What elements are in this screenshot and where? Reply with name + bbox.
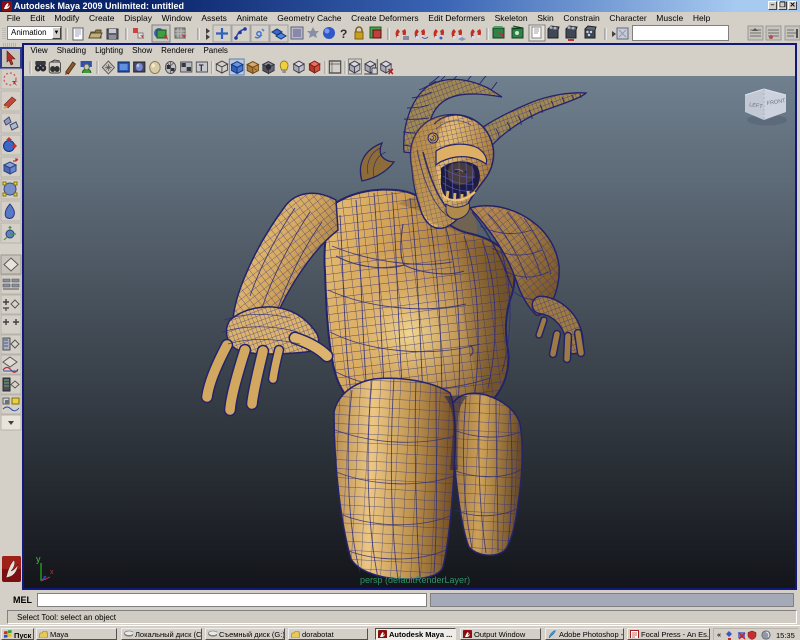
svg-text:x: x bbox=[50, 569, 54, 576]
svg-text:z: z bbox=[43, 575, 47, 582]
svg-text:persp (defaultRenderLayer): persp (defaultRenderLayer) bbox=[360, 575, 470, 585]
svg-text:T: T bbox=[199, 62, 205, 73]
svg-text:y: y bbox=[36, 554, 41, 564]
svg-text:?: ? bbox=[340, 27, 347, 41]
